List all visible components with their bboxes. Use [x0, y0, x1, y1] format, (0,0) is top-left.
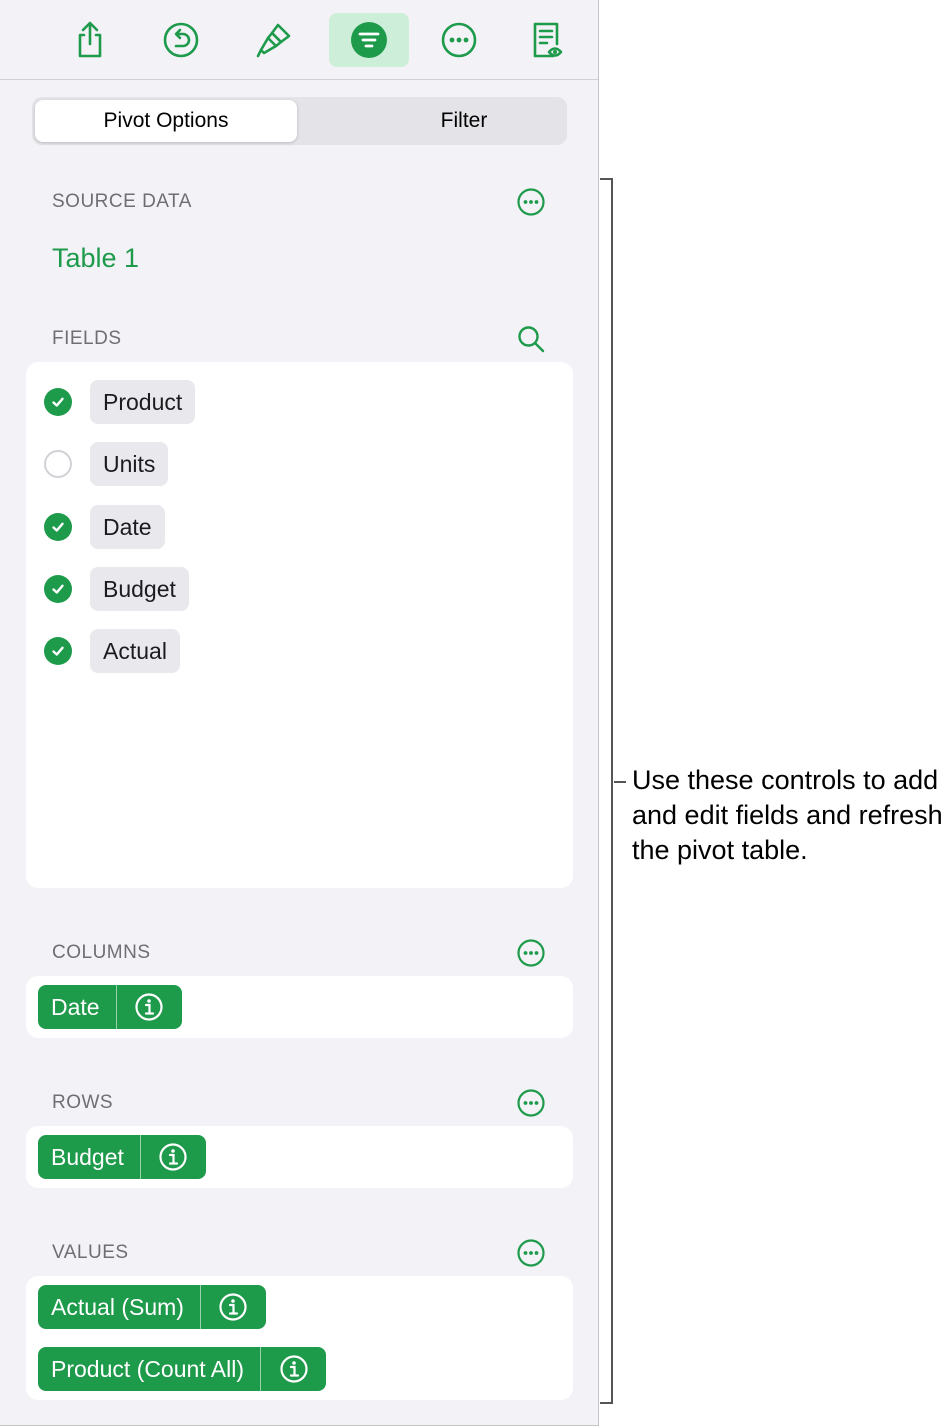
undo-button[interactable] [141, 13, 221, 67]
info-button[interactable] [261, 1347, 326, 1391]
field-chip[interactable]: Date [90, 505, 165, 549]
tab-pivot-options[interactable]: Pivot Options [35, 100, 297, 142]
paintbrush-icon [256, 23, 291, 58]
source-table-link[interactable]: Table 1 [52, 243, 139, 274]
source-data-heading: SOURCE DATA [52, 191, 192, 212]
field-row-budget[interactable]: Budget [44, 567, 189, 611]
pill-label[interactable]: Date [38, 985, 116, 1029]
field-row-date[interactable]: Date [44, 505, 165, 549]
share-button[interactable] [50, 13, 130, 67]
field-chip[interactable]: Product [90, 380, 196, 424]
rows-more-button[interactable] [515, 1087, 547, 1119]
value-field-pill[interactable]: Product (Count All) [38, 1347, 327, 1391]
value-field-pill[interactable]: Actual (Sum) [38, 1285, 266, 1329]
pill-label[interactable]: Actual (Sum) [38, 1285, 200, 1329]
checkmark-icon[interactable] [44, 513, 72, 541]
info-icon [159, 1143, 188, 1171]
checkmark-icon[interactable] [44, 388, 72, 416]
fields-list [26, 362, 573, 888]
ellipsis-circle-icon [517, 1089, 545, 1117]
ellipsis-circle-icon [517, 188, 545, 216]
rows-heading: ROWS [52, 1092, 114, 1113]
pill-label[interactable]: Budget [38, 1135, 140, 1179]
empty-circle-icon[interactable] [44, 450, 72, 478]
columns-more-button[interactable] [515, 937, 547, 969]
callout-text: Use these controls to add and edit field… [632, 765, 943, 865]
toolbar [0, 0, 598, 80]
undo-icon [163, 22, 199, 58]
info-icon [279, 1355, 308, 1383]
ellipsis-circle-icon [517, 1239, 545, 1267]
fields-search-button[interactable] [515, 323, 547, 355]
pivot-segmented-control: Pivot Options Filter [32, 97, 567, 145]
field-chip[interactable]: Actual [90, 629, 180, 673]
organize-button[interactable] [329, 13, 409, 67]
ellipsis-circle-icon [517, 939, 545, 967]
fields-heading: FIELDS [52, 328, 122, 349]
field-chip[interactable]: Budget [90, 567, 189, 611]
column-field-pill[interactable]: Date [38, 985, 182, 1029]
share-icon [78, 21, 102, 58]
columns-heading: COLUMNS [52, 942, 151, 963]
info-button[interactable] [141, 1135, 206, 1179]
field-row-product[interactable]: Product [44, 380, 196, 424]
organize-icon [351, 22, 387, 58]
reading-view-button[interactable] [507, 13, 587, 67]
row-field-pill[interactable]: Budget [38, 1135, 206, 1179]
format-sidebar: Pivot Options Filter SOURCE DATA Table 1… [0, 0, 599, 1426]
callout-leader-line [614, 781, 626, 783]
callout-bracket [600, 178, 613, 1404]
values-more-button[interactable] [515, 1237, 547, 1269]
info-button[interactable] [201, 1285, 266, 1329]
info-icon [219, 1293, 248, 1321]
checkmark-icon[interactable] [44, 637, 72, 665]
info-icon [135, 993, 163, 1021]
source-data-more-button[interactable] [515, 186, 547, 218]
info-button[interactable] [117, 985, 182, 1029]
checkmark-icon[interactable] [44, 575, 72, 603]
field-chip[interactable]: Units [90, 442, 169, 486]
more-button[interactable] [419, 13, 499, 67]
pill-label[interactable]: Product (Count All) [38, 1347, 260, 1391]
tab-filter[interactable]: Filter [333, 100, 595, 142]
search-icon [518, 326, 545, 353]
format-button[interactable] [234, 13, 314, 67]
field-row-units[interactable]: Units [44, 442, 169, 486]
more-icon [441, 22, 477, 58]
reading-view-icon [533, 22, 563, 58]
values-heading: VALUES [52, 1242, 129, 1263]
field-row-actual[interactable]: Actual [44, 629, 180, 673]
